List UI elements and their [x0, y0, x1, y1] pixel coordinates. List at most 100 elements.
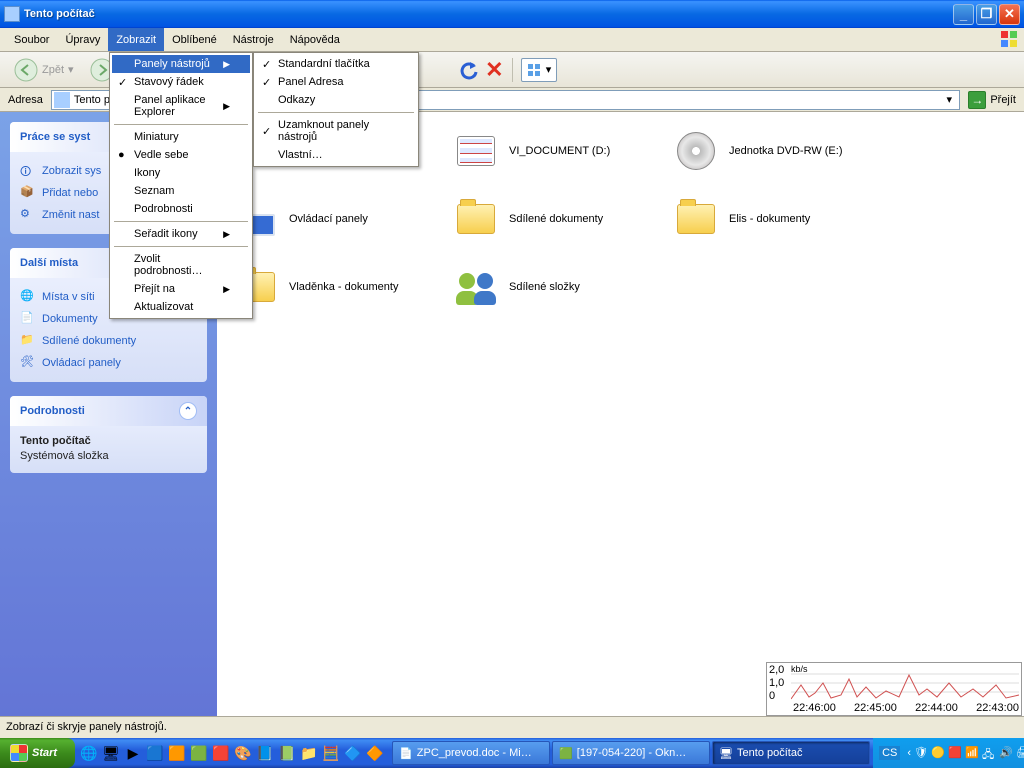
submenu-item[interactable]: ✓Panel Adresa	[256, 73, 416, 91]
fs-item[interactable]: Ovládací panely	[235, 198, 455, 240]
quick-launch: 🌐 🖥 ▶ 🟦 🟧 🟩 🟥 🎨 📘 📗 📁 🧮 🔷 🔶	[75, 738, 389, 768]
menu-item[interactable]: Zvolit podrobnosti…	[112, 250, 250, 280]
menu-item[interactable]: Přejít na▶	[112, 280, 250, 298]
place-control-panel[interactable]: 🛠Ovládací panely	[20, 352, 197, 374]
tray-icon[interactable]: 🖨	[1016, 746, 1024, 760]
menu-item[interactable]: Aktualizovat	[112, 298, 250, 316]
tray-icon[interactable]: 📶	[965, 746, 979, 760]
taskbar: Start 🌐 🖥 ▶ 🟦 🟧 🟩 🟥 🎨 📘 📗 📁 🧮 🔷 🔶 📄ZPC_p…	[0, 738, 1024, 768]
cd-icon	[675, 130, 717, 172]
ql-excel-icon[interactable]: 📗	[277, 742, 297, 764]
submenu-item[interactable]: ✓Uzamknout panely nástrojů	[256, 116, 416, 146]
delete-icon[interactable]: ✕	[485, 57, 503, 83]
go-arrow-icon: →	[968, 91, 986, 109]
menu-file[interactable]: Soubor	[6, 28, 57, 51]
tray-icon[interactable]: 🟥	[948, 746, 962, 760]
details-name: Tento počítač	[20, 435, 91, 447]
ql-calc-icon[interactable]: 🧮	[321, 742, 341, 764]
window-icon	[4, 6, 20, 22]
submenu-item[interactable]: Vlastní…	[256, 146, 416, 164]
tray-icon[interactable]: 🟡	[931, 746, 945, 760]
close-button[interactable]: ✕	[999, 4, 1020, 25]
start-button[interactable]: Start	[0, 738, 75, 768]
menu-edit[interactable]: Úpravy	[57, 28, 108, 51]
go-button[interactable]: → Přejít	[964, 91, 1020, 109]
item-label: Ovládací panely	[289, 213, 368, 225]
network-graph	[791, 665, 1019, 701]
item-label: Sdílené dokumenty	[509, 213, 603, 225]
minimize-button[interactable]: _	[953, 4, 974, 25]
menu-item[interactable]: ✓Stavový řádek	[112, 73, 250, 91]
tray-expand-icon[interactable]: ‹	[907, 747, 911, 759]
ql-app4-icon[interactable]: 🟥	[211, 742, 231, 764]
ql-desktop-icon[interactable]: 🖥	[101, 742, 121, 764]
item-label: Vladěnka - dokumenty	[289, 281, 398, 293]
ql-app5-icon[interactable]: 🔷	[343, 742, 363, 764]
ql-ie-icon[interactable]: 🌐	[79, 742, 99, 764]
ql-app2-icon[interactable]: 🟧	[167, 742, 187, 764]
control-panel-icon: 🛠	[20, 355, 36, 371]
statusbar: Zobrazí či skryje panely nástrojů.	[0, 716, 1024, 736]
taskbar-task[interactable]: 🟩[197-054-220] - Okn…	[552, 741, 710, 765]
collapse-icon[interactable]: ⌃	[179, 402, 197, 420]
menu-item[interactable]: Podrobnosti	[112, 200, 250, 218]
folder-icon	[675, 198, 717, 240]
ql-folder-icon[interactable]: 📁	[299, 742, 319, 764]
folder-icon: 📁	[20, 333, 36, 349]
content-area[interactable]: VI_DOCUMENT (D:)Jednotka DVD-RW (E:) Ovlá…	[217, 112, 1024, 716]
windows-logo-icon	[10, 744, 28, 762]
window-title: Tento počítač	[24, 8, 953, 20]
fs-item[interactable]: VI_DOCUMENT (D:)	[455, 130, 675, 172]
ql-player-icon[interactable]: ▶	[123, 742, 143, 764]
address-label: Adresa	[4, 94, 47, 106]
item-label: Sdílené složky	[509, 281, 580, 293]
menu-item[interactable]: Panel aplikace Explorer▶	[112, 91, 250, 121]
taskbar-task[interactable]: 🖥Tento počítač	[712, 741, 870, 765]
task-icon: 📄	[399, 747, 413, 760]
documents-icon: 📄	[20, 311, 36, 327]
fs-item[interactable]: Vladěnka - dokumenty	[235, 266, 455, 308]
menu-item[interactable]: Panely nástrojů▶	[112, 55, 250, 73]
back-button[interactable]: Zpět ▾	[8, 56, 80, 84]
ql-paint-icon[interactable]: 🎨	[233, 742, 253, 764]
menu-item[interactable]: Seznam	[112, 182, 250, 200]
place-shared-docs[interactable]: 📁Sdílené dokumenty	[20, 330, 197, 352]
disk-icon	[455, 130, 497, 172]
menu-item[interactable]: Ikony	[112, 164, 250, 182]
back-icon	[14, 58, 38, 82]
language-indicator[interactable]: CS	[879, 746, 900, 760]
address-dropdown-icon[interactable]: ▾	[941, 93, 957, 106]
computer-icon	[54, 92, 70, 108]
menu-view[interactable]: Zobrazit	[108, 28, 164, 51]
menu-favorites[interactable]: Oblíbené	[164, 28, 225, 51]
menu-tools[interactable]: Nástroje	[225, 28, 282, 51]
undo-icon[interactable]	[457, 58, 481, 82]
submenu-item[interactable]: ✓Standardní tlačítka	[256, 55, 416, 73]
ql-app6-icon[interactable]: 🔶	[365, 742, 385, 764]
tray-icon[interactable]: 🖧	[982, 746, 996, 760]
taskbar-task[interactable]: 📄ZPC_prevod.doc - Mi…	[392, 741, 550, 765]
info-icon: 🛈	[20, 163, 36, 179]
fs-item[interactable]: Elis - dokumenty	[675, 198, 895, 240]
people-icon	[455, 266, 497, 308]
tray-icon[interactable]: 🔊	[999, 746, 1013, 760]
menu-help[interactable]: Nápověda	[282, 28, 348, 51]
submenu-item[interactable]: Odkazy	[256, 91, 416, 109]
task-buttons: 📄ZPC_prevod.doc - Mi…🟩[197-054-220] - Ok…	[389, 738, 873, 768]
fs-item[interactable]: Sdílené dokumenty	[455, 198, 675, 240]
details-panel: Podrobnosti⌃ Tento počítač Systémová slo…	[10, 396, 207, 473]
fs-item[interactable]: Sdílené složky	[455, 266, 675, 308]
tray-icon[interactable]: 🛡	[914, 746, 928, 760]
ql-app3-icon[interactable]: 🟩	[189, 742, 209, 764]
views-button[interactable]: ▾	[521, 58, 557, 82]
maximize-button[interactable]: ❐	[976, 4, 997, 25]
task-icon: 🖥	[719, 747, 733, 760]
chevron-down-icon: ▾	[68, 63, 74, 76]
addremove-icon: 📦	[20, 185, 36, 201]
menu-item[interactable]: ●Vedle sebe	[112, 146, 250, 164]
menu-item[interactable]: Seřadit ikony▶	[112, 225, 250, 243]
ql-word-icon[interactable]: 📘	[255, 742, 275, 764]
menu-item[interactable]: Miniatury	[112, 128, 250, 146]
ql-app-icon[interactable]: 🟦	[145, 742, 165, 764]
fs-item[interactable]: Jednotka DVD-RW (E:)	[675, 130, 895, 172]
